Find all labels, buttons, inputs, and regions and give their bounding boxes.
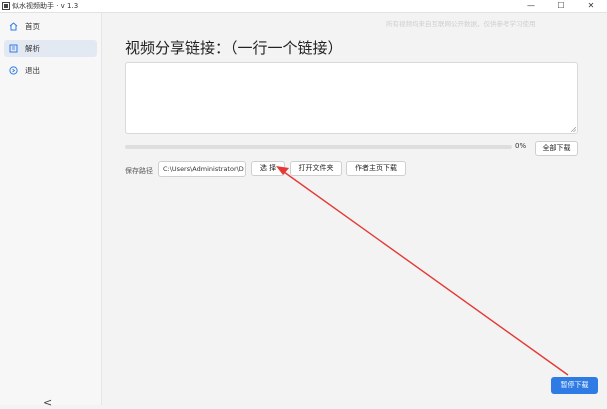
home-icon bbox=[9, 22, 18, 31]
sidebar-item-label: 解析 bbox=[25, 44, 40, 53]
save-path-label: 保存路径 bbox=[125, 167, 153, 175]
maximize-button[interactable]: ☐ bbox=[546, 0, 576, 12]
page-title: 视频分享链接：（一行一个链接） bbox=[125, 39, 343, 57]
app-logo-icon bbox=[2, 2, 10, 10]
resize-grip-icon[interactable] bbox=[571, 127, 576, 132]
title-bar: 似水视频助手 · v 1.3 — ☐ ✕ bbox=[0, 0, 607, 13]
window-title: 似水视频助手 · v 1.3 bbox=[12, 2, 79, 10]
progress-percent: 0% bbox=[515, 142, 527, 150]
open-folder-button[interactable]: 打开文件夹 bbox=[290, 161, 342, 176]
sidebar-item-label: 退出 bbox=[25, 66, 40, 75]
download-all-button[interactable]: 全部下载 bbox=[535, 141, 578, 156]
link-input-area[interactable] bbox=[125, 62, 578, 134]
save-path-input[interactable]: C:\Users\Administrator\D bbox=[158, 161, 246, 177]
parse-icon bbox=[9, 44, 18, 53]
author-homepage-download-button[interactable]: 作者主页下载 bbox=[346, 161, 406, 176]
download-progress-bar bbox=[125, 145, 512, 149]
sidebar-item-label: 首页 bbox=[25, 22, 40, 31]
sidebar-item-parse[interactable]: 解析 bbox=[4, 40, 97, 57]
sidebar-item-home[interactable]: 首页 bbox=[4, 18, 97, 35]
pause-download-button[interactable]: 暂停下载 bbox=[551, 377, 598, 394]
hint-text: 所有视频均来自互联网公开数据，仅供参考学习使用 bbox=[386, 20, 536, 28]
exit-icon bbox=[9, 66, 18, 75]
choose-path-button[interactable]: 选 择 bbox=[251, 161, 285, 176]
sidebar: 首页 解析 退出 < bbox=[0, 13, 102, 408]
close-button[interactable]: ✕ bbox=[576, 0, 606, 12]
collapse-sidebar-button[interactable]: < bbox=[43, 397, 52, 408]
sidebar-item-exit[interactable]: 退出 bbox=[4, 62, 97, 79]
minimize-button[interactable]: — bbox=[516, 0, 546, 12]
